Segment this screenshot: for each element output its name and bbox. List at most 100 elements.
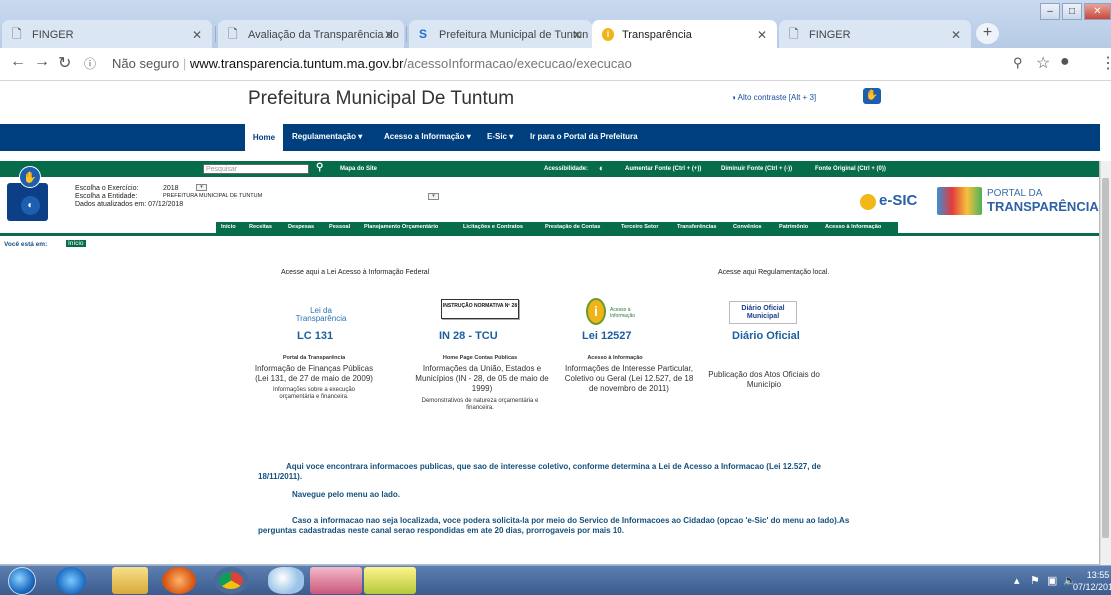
security-label: Não seguro (112, 56, 180, 71)
profile-icon[interactable]: ● (1060, 53, 1070, 71)
card-desc-in28: Informações da União, Estados e Municípi… (415, 364, 549, 393)
close-tab-icon[interactable]: ✕ (757, 28, 767, 42)
subnav-pessoal[interactable]: Pessoal (329, 224, 350, 230)
card-title-lei12527[interactable]: Lei 12527 (582, 330, 632, 342)
diario-oficial-logo[interactable]: Diário Oficial Municipal (729, 301, 797, 324)
subnav-transferencias[interactable]: Transferências (677, 224, 717, 230)
entity-value: PREFEITURA MUNICIPAL DE TUNTUM (163, 193, 263, 199)
vlibras-hand-icon[interactable]: ✋ (863, 88, 881, 104)
browser-tab-finger[interactable]: 🗋 FINGER ✕ (2, 20, 212, 49)
start-button[interactable] (8, 567, 36, 595)
search-icon[interactable]: ⚲ (316, 162, 323, 173)
subnav-despesas[interactable]: Despesas (288, 224, 314, 230)
subnav-receitas[interactable]: Receitas (249, 224, 272, 230)
subnav-inicio[interactable]: Início (221, 224, 236, 230)
chrome-icon[interactable] (214, 567, 248, 594)
clock-date: 07/12/201 (1073, 582, 1111, 592)
contrast-icon[interactable]: ◐ (21, 196, 40, 215)
new-tab-button[interactable]: + (976, 23, 999, 44)
browser-tab-prefeitura[interactable]: S Prefeitura Municipal de Tuntun ✕ (409, 20, 592, 49)
portal-logo-line2: TRANSPARÊNCIA (987, 199, 1099, 214)
exercise-select[interactable]: ▾ (196, 184, 207, 191)
request-paragraph: Caso a informacao nao seja localizada, v… (258, 516, 850, 535)
tray-arrow-icon[interactable]: ▴ (1014, 574, 1020, 587)
contrast-toggle-icon[interactable]: ◐ (599, 163, 604, 173)
portal-transparencia-logo-icon (937, 187, 982, 215)
card-desc-diario: Publicação dos Atos Oficiais do Municípi… (708, 370, 820, 389)
subnav-patrimonio[interactable]: Patrimônio (779, 224, 808, 230)
breadcrumb-link[interactable]: Início (66, 240, 86, 247)
system-clock[interactable]: 13:55 07/12/201 (1073, 569, 1111, 593)
tab-title: Prefeitura Municipal de Tuntun (439, 29, 589, 41)
subnav-planejamento[interactable]: Planejamento Orçamentário (364, 224, 438, 230)
subnav-terceiro-setor[interactable]: Terceiro Setor (621, 224, 659, 230)
reload-icon[interactable]: ↻ (58, 53, 71, 73)
back-arrow-icon[interactable]: ← (10, 53, 26, 71)
subnav-licitacoes[interactable]: Licitações e Contratos (463, 224, 523, 230)
sign-language-icon[interactable]: ✋ (19, 166, 41, 188)
portal-logo-line1: PORTAL DA (987, 188, 1043, 199)
close-window-button[interactable]: ✕ (1084, 3, 1111, 20)
search-input[interactable]: Pesquisar (203, 164, 309, 174)
browser-tab-transparencia[interactable]: i Transparência ✕ (592, 20, 777, 49)
file-explorer-icon[interactable] (112, 567, 148, 594)
close-tab-icon[interactable]: ✕ (572, 28, 582, 42)
nav-portal-prefeitura[interactable]: Ir para o Portal da Prefeitura (530, 132, 638, 141)
tab-title: Transparência (622, 29, 692, 41)
card-title-diario[interactable]: Diário Oficial (732, 330, 800, 342)
nav-acesso-informacao[interactable]: Acesso a Informação ▾ (384, 132, 471, 141)
font-increase-link[interactable]: Aumentar Fonte (Ctrl + (+)) (625, 166, 701, 172)
subnav-acesso-informacao[interactable]: Acesso à Informação (825, 224, 881, 230)
s-logo-icon: S (419, 27, 428, 41)
esic-logo-icon (860, 194, 876, 210)
card-title-in28[interactable]: IN 28 - TCU (439, 330, 498, 342)
maximize-button[interactable]: □ (1062, 3, 1082, 20)
card-note-lc131: Informações sobre a execução orçamentári… (272, 387, 356, 400)
high-contrast-label: Alto contraste [Alt + 3] (737, 93, 817, 102)
card-title-lc131[interactable]: LC 131 (297, 330, 333, 342)
subnav-prestacao[interactable]: Prestação de Contas (545, 224, 600, 230)
paint-icon[interactable] (268, 567, 304, 594)
url-field[interactable]: Não seguro | www.transparencia.tuntum.ma… (112, 56, 632, 71)
media-player-icon[interactable] (162, 567, 196, 594)
url-divider: | (182, 56, 190, 71)
divider (0, 233, 1099, 236)
tab-title: FINGER (809, 29, 851, 41)
nav-regulamentacao[interactable]: Regulamentação ▾ (292, 132, 362, 141)
lei-transparencia-logo[interactable]: Lei da Transparência (291, 301, 351, 327)
flag-icon[interactable]: ⚑ (1030, 574, 1040, 587)
entity-select[interactable]: ▾ (428, 193, 439, 200)
close-tab-icon[interactable]: ✕ (384, 28, 394, 42)
close-tab-icon[interactable]: ✕ (192, 28, 202, 42)
close-tab-icon[interactable]: ✕ (951, 28, 961, 42)
accessibility-label: Acessibilidade: (544, 166, 589, 172)
subnav-convenios[interactable]: Convênios (733, 224, 762, 230)
menu-icon[interactable]: ⋮ (1100, 53, 1111, 73)
nav-esic[interactable]: E-Sic ▾ (487, 132, 513, 141)
zoom-icon[interactable]: ⚲ (1013, 55, 1023, 71)
acesso-informacao-logo-icon[interactable]: i (586, 298, 606, 325)
url-domain: www.transparencia.tuntum.ma.gov.br (189, 56, 404, 71)
forward-arrow-icon[interactable]: → (34, 53, 50, 71)
instrucao-normativa-logo[interactable]: INSTRUÇÃO NORMATIVA Nº 28 (441, 299, 519, 319)
network-icon[interactable]: ▣ (1047, 574, 1057, 587)
font-original-link[interactable]: Fonte Original (Ctrl + (0)) (815, 166, 886, 172)
internet-explorer-icon[interactable] (56, 567, 86, 594)
browser-tab-finger-2[interactable]: 🗋 FINGER ✕ (779, 20, 971, 49)
nav-home[interactable]: Home (245, 124, 283, 151)
browser-tab-avaliacao[interactable]: 🗋 Avaliação da Transparência do ✕ (218, 20, 404, 49)
page-icon: 🗋 (789, 27, 799, 41)
scrollbar-thumb[interactable] (1102, 178, 1109, 538)
minimize-button[interactable]: – (1040, 3, 1060, 20)
card-desc-lei12527: Informações de Interesse Particular, Col… (564, 364, 694, 393)
page-title: Prefeitura Municipal De Tuntum (248, 88, 515, 109)
page-icon: 🗋 (12, 27, 22, 41)
info-circle-icon[interactable]: ⓘ (84, 55, 96, 72)
snipping-tool-icon[interactable] (310, 567, 362, 594)
high-contrast-link[interactable]: ◑ Alto contraste [Alt + 3] (731, 93, 816, 102)
greenshot-icon[interactable] (364, 567, 416, 594)
bookmark-star-icon[interactable]: ☆ (1036, 53, 1050, 73)
sitemap-link[interactable]: Mapa do Site (340, 166, 377, 172)
esic-logo[interactable]: e-SIC (879, 192, 917, 209)
font-decrease-link[interactable]: Diminuir Fonte (Ctrl + (-)) (721, 166, 792, 172)
